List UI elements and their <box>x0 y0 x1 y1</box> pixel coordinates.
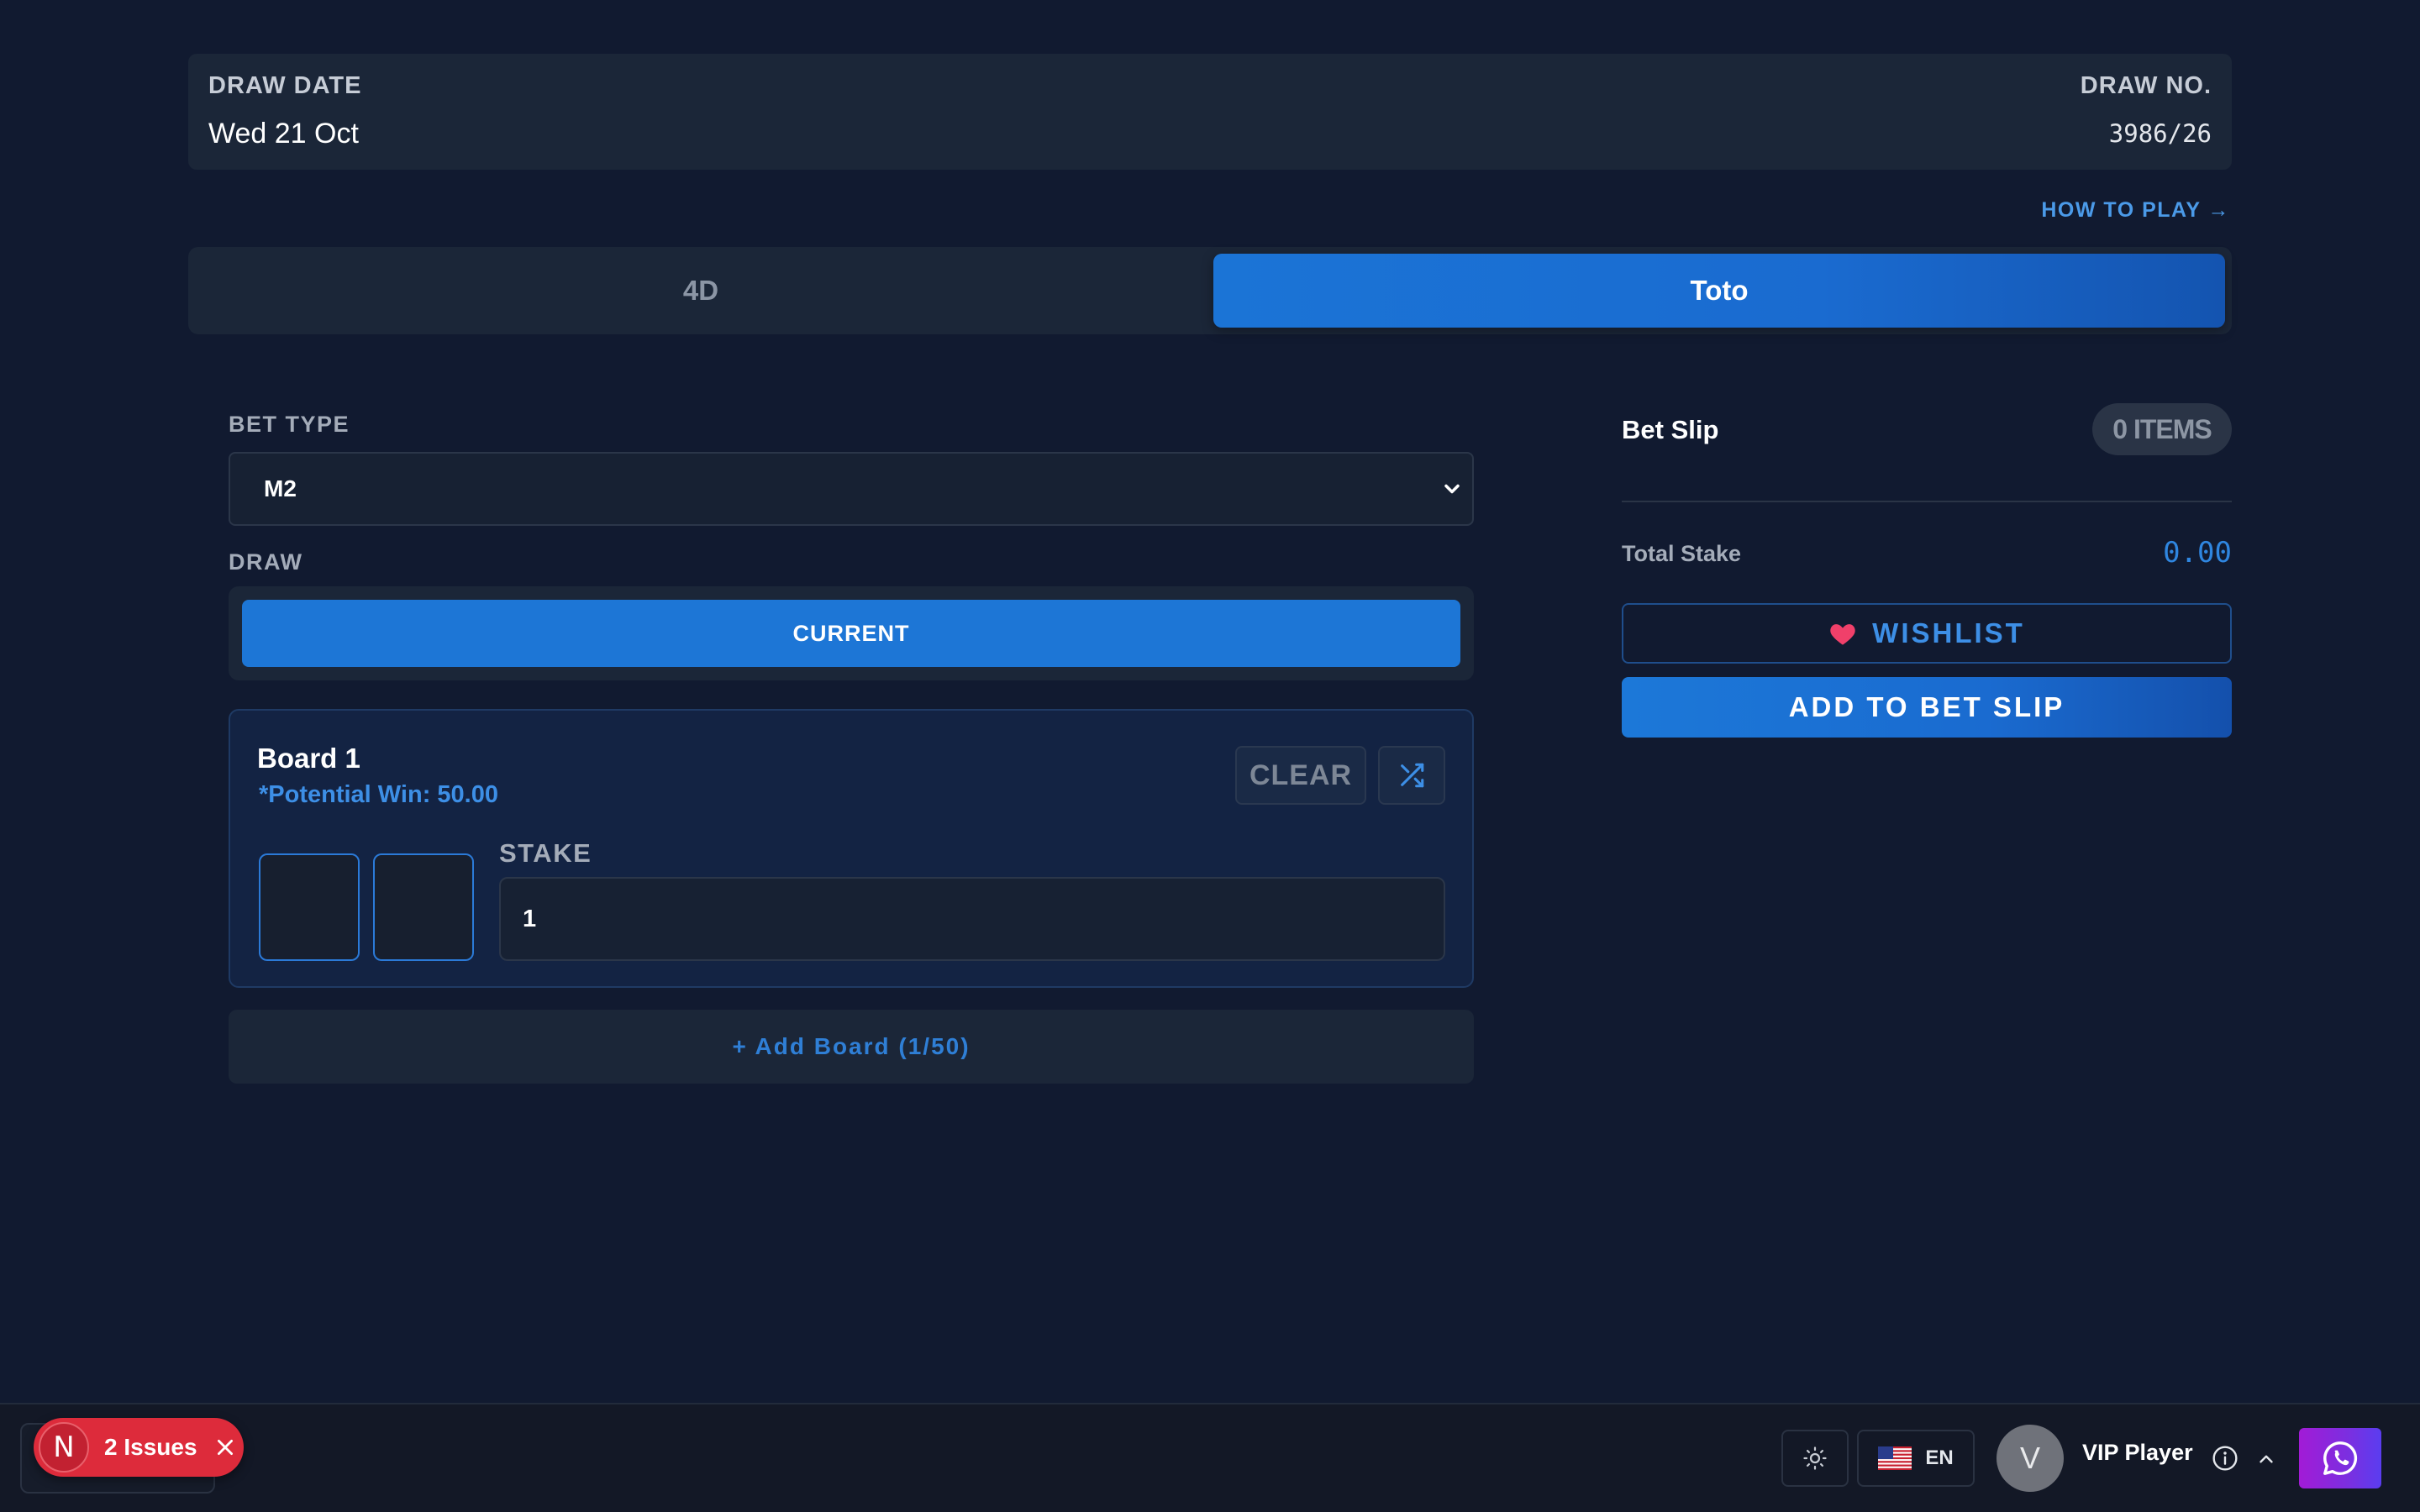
stake-label: STAKE <box>499 838 592 868</box>
issues-badge[interactable]: N 2 Issues <box>34 1418 244 1477</box>
language-label: EN <box>1925 1446 1954 1469</box>
add-to-bet-slip-button[interactable]: ADD TO BET SLIP <box>1622 677 2232 738</box>
close-icon[interactable] <box>214 1436 236 1458</box>
add-board-button[interactable]: + Add Board (1/50) <box>229 1010 1474 1084</box>
tab-toto[interactable]: Toto <box>1213 254 2225 328</box>
number-field-2[interactable] <box>373 853 474 961</box>
bet-type-select[interactable]: M2 <box>229 452 1474 526</box>
us-flag-icon <box>1878 1446 1912 1470</box>
total-stake-value: 0.00 <box>2163 536 2232 570</box>
user-name: VIP Player <box>2082 1440 2193 1465</box>
potential-win: *Potential Win: 50.00 <box>259 781 498 808</box>
wishlist-button[interactable]: WISHLIST <box>1622 603 2232 664</box>
chevron-down-icon <box>1444 484 1460 494</box>
info-icon[interactable] <box>2212 1445 2238 1472</box>
draw-date-value: Wed 21 Oct <box>208 118 359 150</box>
draw-label: DRAW <box>229 549 303 575</box>
tab-4d[interactable]: 4D <box>195 254 1207 328</box>
bet-type-selected: M2 <box>264 475 297 501</box>
how-to-play-link[interactable]: HOW TO PLAY → <box>2041 198 2230 223</box>
draw-info-panel: DRAW DATE Wed 21 Oct DRAW NO. 3986/26 <box>188 54 2232 170</box>
shuffle-button[interactable] <box>1378 746 1445 805</box>
wishlist-label: WISHLIST <box>1872 617 2025 648</box>
issues-initial: N <box>39 1422 89 1473</box>
language-selector[interactable]: EN <box>1857 1430 1975 1487</box>
chevron-up-icon[interactable] <box>2255 1448 2277 1470</box>
theme-toggle-button[interactable] <box>1781 1430 1849 1487</box>
clear-button[interactable]: CLEAR <box>1235 746 1366 805</box>
total-stake-label: Total Stake <box>1622 541 1742 566</box>
shuffle-icon <box>1401 763 1424 788</box>
draw-number-value: 3986/26 <box>2108 119 2212 148</box>
draw-selector: CURRENT <box>229 586 1474 680</box>
board-card: Board 1 *Potential Win: 50.00 CLEAR STAK… <box>229 709 1474 988</box>
stake-input[interactable]: 1 <box>499 877 1445 961</box>
bet-type-label: BET TYPE <box>229 412 350 437</box>
whatsapp-button[interactable] <box>2299 1428 2381 1488</box>
heart-icon <box>1830 624 1855 645</box>
number-field-1[interactable] <box>259 853 360 961</box>
whatsapp-icon <box>2323 1441 2358 1475</box>
board-title: Board 1 <box>257 743 360 774</box>
draw-current-button[interactable]: CURRENT <box>242 600 1460 667</box>
draw-date-label: DRAW DATE <box>208 72 362 99</box>
sun-icon <box>1803 1446 1827 1470</box>
draw-number-label: DRAW NO. <box>2080 72 2212 99</box>
avatar[interactable]: V <box>1996 1425 2064 1492</box>
game-tabs: 4D Toto <box>188 247 2232 334</box>
bet-slip-title: Bet Slip <box>1622 415 1719 444</box>
bet-slip-count-badge: 0 ITEMS <box>2092 403 2232 455</box>
bet-slip-divider <box>1622 501 2232 502</box>
issues-label: 2 Issues <box>104 1434 197 1460</box>
